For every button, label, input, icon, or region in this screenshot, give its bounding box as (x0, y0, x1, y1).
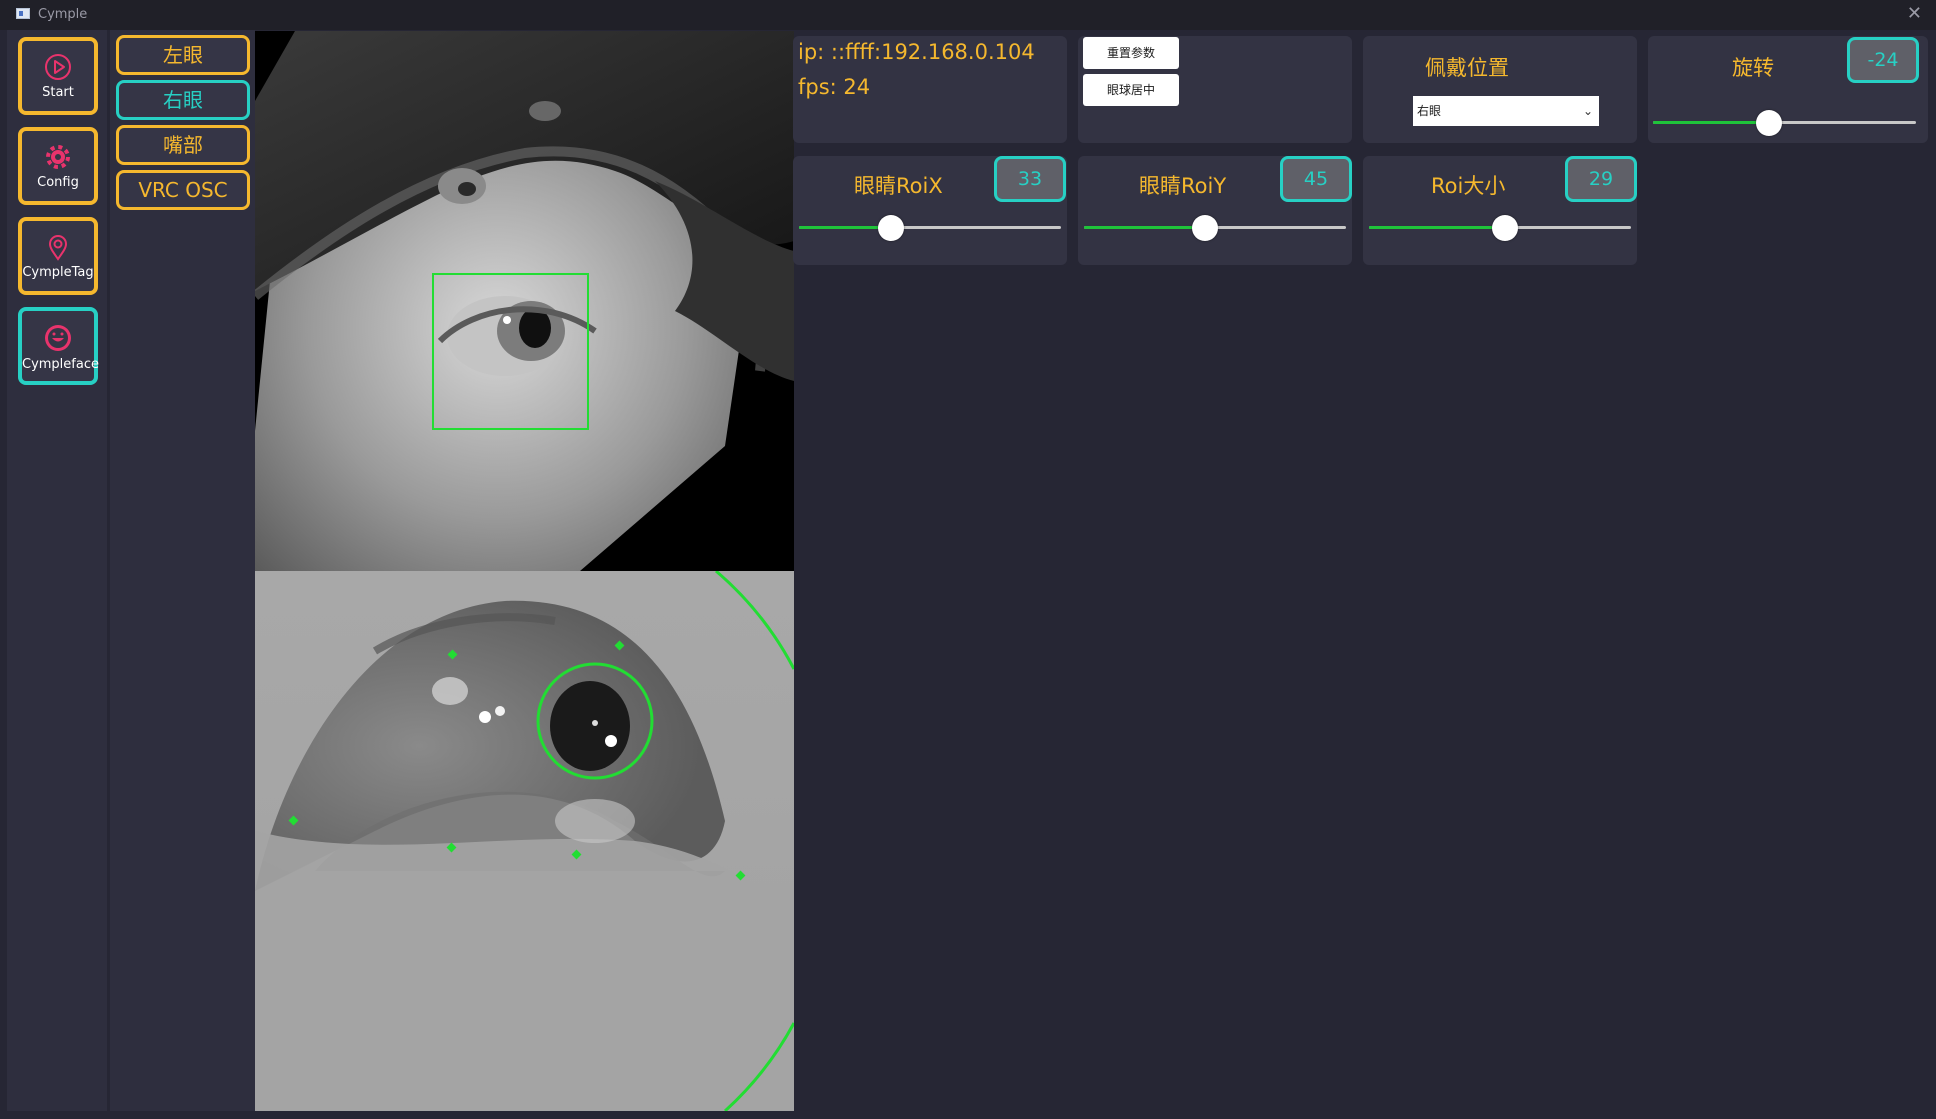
chevron-down-icon: ⌄ (1582, 104, 1593, 118)
gear-icon (46, 145, 70, 169)
roi-y-slider[interactable] (1084, 215, 1346, 241)
nav-config-label: Config (37, 175, 79, 190)
roi-y-value[interactable]: 45 (1280, 156, 1352, 202)
tab-vrc-osc[interactable]: VRC OSC (116, 170, 250, 210)
nav-cympletag-button[interactable]: CympleTag (18, 217, 98, 295)
nav-start-button[interactable]: Start (18, 37, 98, 115)
nav-config-button[interactable]: Config (18, 127, 98, 205)
roi-x-value[interactable]: 33 (994, 156, 1066, 202)
roi-size-card: Roi大小 29 (1363, 156, 1637, 265)
actions-card: 重置参数 眼球居中 (1078, 36, 1352, 143)
location-pin-icon (48, 235, 68, 261)
slider-handle[interactable] (877, 215, 904, 241)
processed-eye-feed (255, 571, 794, 1111)
main-window: Start Config CympleTag Cympleface 左眼 右眼 … (7, 30, 1928, 1111)
rotation-value[interactable]: -24 (1847, 37, 1919, 83)
rotation-card: 旋转 -24 (1648, 36, 1928, 143)
wear-position-card: 佩戴位置 右眼 ⌄ (1363, 36, 1637, 143)
slider-handle[interactable] (1492, 215, 1519, 241)
roi-size-value[interactable]: 29 (1565, 156, 1637, 202)
nav-cympletag-label: CympleTag (22, 265, 94, 280)
slider-handle[interactable] (1755, 110, 1782, 136)
ip-text: ip: ::ffff:192.168.0.104 (798, 40, 1035, 64)
roi-y-title: 眼睛RoiY (1139, 174, 1227, 198)
status-card: ip: ::ffff:192.168.0.104 fps: 24 (793, 36, 1067, 143)
rotation-slider[interactable] (1653, 110, 1916, 136)
window-title: Cymple (38, 7, 88, 22)
tab-left-eye[interactable]: 左眼 (116, 35, 250, 75)
roi-x-title: 眼睛RoiX (854, 174, 943, 198)
tab-mouth[interactable]: 嘴部 (116, 125, 250, 165)
wear-position-title: 佩戴位置 (1425, 56, 1509, 80)
roi-y-card: 眼睛RoiY 45 (1078, 156, 1352, 265)
raw-camera-feed (255, 31, 794, 571)
center-eyeball-button[interactable]: 眼球居中 (1083, 74, 1179, 106)
rotation-title: 旋转 (1732, 56, 1774, 80)
nav-cympleface-label: Cympleface (22, 357, 99, 372)
roi-size-slider[interactable] (1369, 215, 1631, 241)
slider-handle[interactable] (1191, 215, 1218, 241)
nav-start-label: Start (42, 85, 74, 100)
wear-position-value: 右眼 (1417, 104, 1442, 118)
smiley-face-icon (45, 325, 71, 351)
reset-params-button[interactable]: 重置参数 (1083, 37, 1179, 69)
roi-x-slider[interactable] (799, 215, 1061, 241)
roi-x-card: 眼睛RoiX 33 (793, 156, 1067, 265)
fps-text: fps: 24 (798, 75, 871, 99)
roi-size-title: Roi大小 (1431, 174, 1506, 198)
app-icon (16, 8, 30, 19)
nav-sidebar: Start Config CympleTag Cympleface (7, 30, 107, 1111)
sub-nav: 左眼 右眼 嘴部 VRC OSC (110, 30, 255, 1111)
nav-cympleface-button[interactable]: Cympleface (18, 307, 99, 385)
title-bar: Cymple ✕ (0, 0, 1936, 30)
wear-position-select[interactable]: 右眼 ⌄ (1413, 96, 1599, 126)
play-circle-icon (45, 54, 71, 80)
close-icon[interactable]: ✕ (1907, 3, 1922, 24)
tab-right-eye[interactable]: 右眼 (116, 80, 250, 120)
